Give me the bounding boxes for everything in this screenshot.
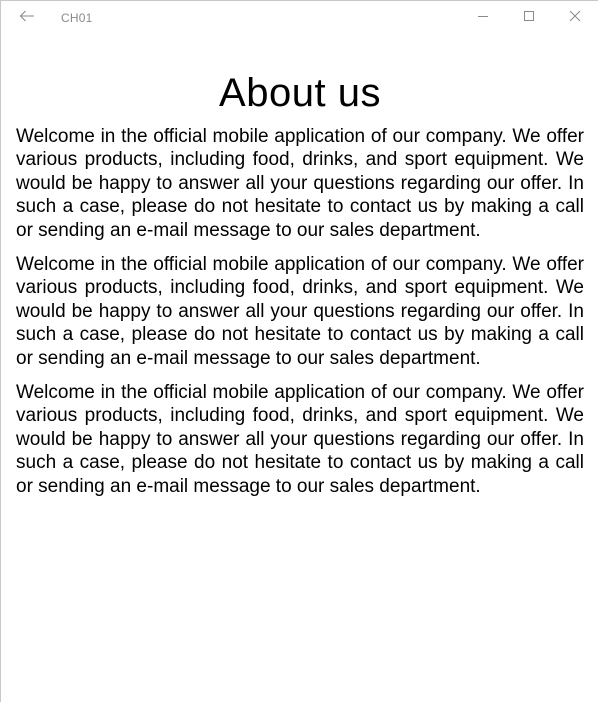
maximize-icon (523, 9, 535, 27)
minimize-icon (477, 9, 489, 27)
page-title: About us (219, 71, 381, 115)
app-window: CH01 About us Welcome in the official mo… (0, 0, 598, 702)
title-bar[interactable]: CH01 (1, 1, 598, 35)
close-icon (569, 9, 581, 27)
maximize-button[interactable] (506, 1, 552, 35)
arrow-left-icon (19, 9, 35, 27)
about-paragraph: Welcome in the official mobile applicati… (16, 126, 584, 241)
minimize-button[interactable] (460, 1, 506, 35)
caption-buttons (460, 1, 598, 35)
page-content: About us Welcome in the official mobile … (1, 69, 598, 498)
window-title: CH01 (61, 11, 93, 25)
about-paragraph: Welcome in the official mobile applicati… (16, 382, 584, 497)
back-button[interactable] (13, 1, 41, 35)
close-button[interactable] (552, 1, 598, 35)
about-paragraph: Welcome in the official mobile applicati… (16, 254, 584, 369)
